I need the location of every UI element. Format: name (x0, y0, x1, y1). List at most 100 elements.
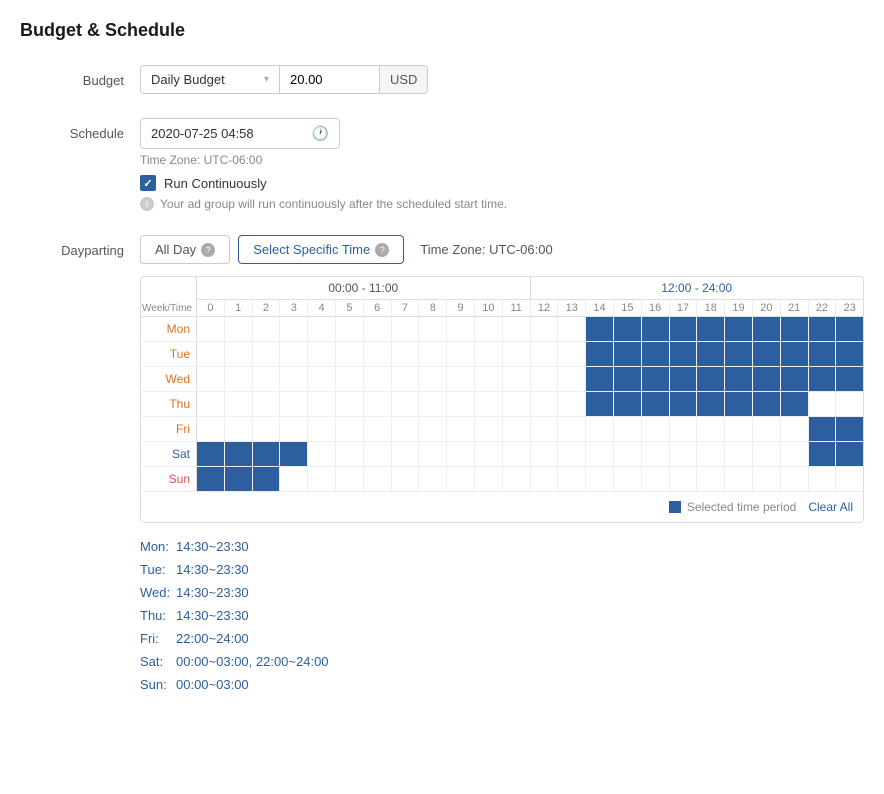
time-cell-thu-22[interactable] (809, 392, 837, 416)
budget-type-select[interactable]: Daily Budget ▾ (140, 65, 280, 94)
time-cell-wed-19[interactable] (725, 367, 753, 391)
time-cell-tue-19[interactable] (725, 342, 753, 366)
allday-button[interactable]: All Day ? (140, 235, 230, 264)
time-cell-mon-1[interactable] (225, 317, 253, 341)
time-cell-sat-2[interactable] (253, 442, 281, 466)
time-cell-mon-2[interactable] (253, 317, 281, 341)
time-cell-mon-18[interactable] (697, 317, 725, 341)
time-cell-sat-17[interactable] (670, 442, 698, 466)
time-cell-sun-19[interactable] (725, 467, 753, 491)
schedule-datetime-input[interactable]: 2020-07-25 04:58 🕐 (140, 118, 340, 149)
time-cell-mon-12[interactable] (531, 317, 559, 341)
time-cell-sun-5[interactable] (336, 467, 364, 491)
time-cell-thu-18[interactable] (697, 392, 725, 416)
time-cell-fri-23[interactable] (836, 417, 863, 441)
time-cell-mon-20[interactable] (753, 317, 781, 341)
time-cell-wed-20[interactable] (753, 367, 781, 391)
time-cell-fri-8[interactable] (419, 417, 447, 441)
time-cell-fri-11[interactable] (503, 417, 531, 441)
time-cell-thu-20[interactable] (753, 392, 781, 416)
time-cell-wed-7[interactable] (392, 367, 420, 391)
time-cell-sun-12[interactable] (531, 467, 559, 491)
time-cell-sun-4[interactable] (308, 467, 336, 491)
time-cell-tue-15[interactable] (614, 342, 642, 366)
run-continuously-checkbox[interactable] (140, 175, 156, 191)
time-cell-mon-16[interactable] (642, 317, 670, 341)
time-cell-tue-20[interactable] (753, 342, 781, 366)
time-cell-wed-18[interactable] (697, 367, 725, 391)
time-cell-sun-23[interactable] (836, 467, 863, 491)
time-cell-mon-22[interactable] (809, 317, 837, 341)
time-cell-tue-1[interactable] (225, 342, 253, 366)
time-cell-thu-13[interactable] (558, 392, 586, 416)
time-cell-wed-10[interactable] (475, 367, 503, 391)
time-cell-sun-2[interactable] (253, 467, 281, 491)
time-cell-fri-16[interactable] (642, 417, 670, 441)
time-cell-mon-19[interactable] (725, 317, 753, 341)
time-cell-mon-13[interactable] (558, 317, 586, 341)
time-cell-wed-12[interactable] (531, 367, 559, 391)
time-cell-tue-23[interactable] (836, 342, 863, 366)
time-cell-thu-9[interactable] (447, 392, 475, 416)
time-cell-sat-4[interactable] (308, 442, 336, 466)
time-cell-wed-11[interactable] (503, 367, 531, 391)
time-cell-wed-6[interactable] (364, 367, 392, 391)
time-cell-thu-4[interactable] (308, 392, 336, 416)
time-cell-fri-7[interactable] (392, 417, 420, 441)
time-cell-tue-6[interactable] (364, 342, 392, 366)
time-cell-thu-6[interactable] (364, 392, 392, 416)
time-cell-mon-23[interactable] (836, 317, 863, 341)
budget-amount-input[interactable] (280, 65, 380, 94)
time-cell-sat-3[interactable] (280, 442, 308, 466)
time-cell-wed-2[interactable] (253, 367, 281, 391)
time-cell-wed-8[interactable] (419, 367, 447, 391)
time-cell-tue-16[interactable] (642, 342, 670, 366)
time-cell-fri-22[interactable] (809, 417, 837, 441)
time-cell-sat-22[interactable] (809, 442, 837, 466)
time-cell-sun-6[interactable] (364, 467, 392, 491)
time-cell-sat-7[interactable] (392, 442, 420, 466)
time-cell-thu-12[interactable] (531, 392, 559, 416)
time-cell-wed-0[interactable] (197, 367, 225, 391)
time-cell-fri-5[interactable] (336, 417, 364, 441)
time-cell-mon-17[interactable] (670, 317, 698, 341)
time-cell-sat-14[interactable] (586, 442, 614, 466)
time-cell-sun-3[interactable] (280, 467, 308, 491)
time-cell-mon-9[interactable] (447, 317, 475, 341)
time-cell-sun-22[interactable] (809, 467, 837, 491)
time-cell-tue-10[interactable] (475, 342, 503, 366)
time-cell-mon-21[interactable] (781, 317, 809, 341)
time-cell-thu-7[interactable] (392, 392, 420, 416)
time-cell-wed-4[interactable] (308, 367, 336, 391)
time-cell-thu-14[interactable] (586, 392, 614, 416)
time-cell-sun-15[interactable] (614, 467, 642, 491)
time-cell-mon-8[interactable] (419, 317, 447, 341)
time-cell-wed-16[interactable] (642, 367, 670, 391)
allday-question-icon[interactable]: ? (201, 243, 215, 257)
time-cell-wed-17[interactable] (670, 367, 698, 391)
time-cell-tue-3[interactable] (280, 342, 308, 366)
time-cell-sat-15[interactable] (614, 442, 642, 466)
time-cell-sat-5[interactable] (336, 442, 364, 466)
time-cell-thu-11[interactable] (503, 392, 531, 416)
time-cell-sun-18[interactable] (697, 467, 725, 491)
time-cell-mon-10[interactable] (475, 317, 503, 341)
time-cell-tue-11[interactable] (503, 342, 531, 366)
time-cell-thu-5[interactable] (336, 392, 364, 416)
time-cell-sun-7[interactable] (392, 467, 420, 491)
time-cell-sun-8[interactable] (419, 467, 447, 491)
time-cell-fri-15[interactable] (614, 417, 642, 441)
time-cell-sun-14[interactable] (586, 467, 614, 491)
time-cell-fri-20[interactable] (753, 417, 781, 441)
time-cell-fri-4[interactable] (308, 417, 336, 441)
time-cell-tue-7[interactable] (392, 342, 420, 366)
time-cell-fri-21[interactable] (781, 417, 809, 441)
time-cell-fri-6[interactable] (364, 417, 392, 441)
time-cell-sat-11[interactable] (503, 442, 531, 466)
time-cell-tue-18[interactable] (697, 342, 725, 366)
time-cell-fri-10[interactable] (475, 417, 503, 441)
time-cell-mon-11[interactable] (503, 317, 531, 341)
time-cell-fri-13[interactable] (558, 417, 586, 441)
time-cell-mon-14[interactable] (586, 317, 614, 341)
time-cell-fri-2[interactable] (253, 417, 281, 441)
